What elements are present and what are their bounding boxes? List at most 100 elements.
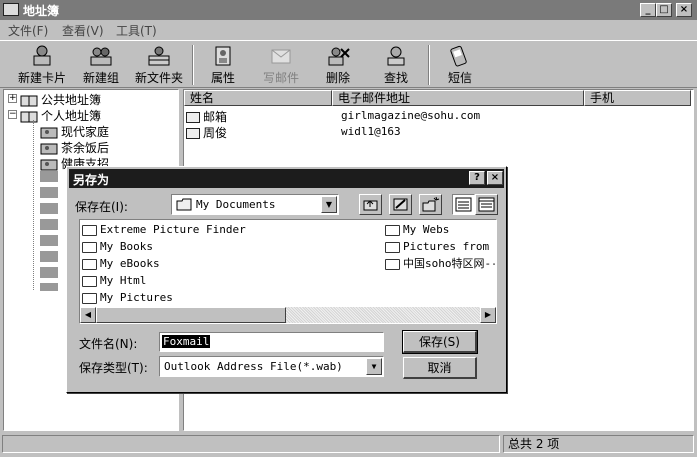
delete-button[interactable]: 删除	[318, 43, 358, 87]
details-view-icon	[478, 197, 495, 212]
properties-button[interactable]: 属性	[200, 43, 246, 87]
chevron-down-icon[interactable]: ▼	[321, 196, 337, 213]
list-item[interactable]: My Pictures	[82, 290, 173, 306]
file-list[interactable]: Extreme Picture Finder My Books My eBook…	[79, 219, 497, 324]
collapse-personal-icon[interactable]: −	[8, 110, 17, 119]
folder-icon	[82, 258, 97, 270]
new-folder-button[interactable]: 新文件夹	[132, 43, 186, 87]
column-name[interactable]: 姓名	[184, 90, 332, 106]
title-bar: 地址簿 _ □ ×	[0, 0, 697, 20]
filetype-value: Outlook Address File(*.wab)	[164, 360, 343, 373]
scroll-right-icon[interactable]: ▶	[480, 307, 496, 323]
details-view-button[interactable]	[475, 194, 498, 215]
minimize-button[interactable]: _	[640, 3, 656, 17]
filename-label: 文件名(N):	[79, 337, 138, 351]
folder-icon	[82, 275, 97, 287]
desktop-icon	[393, 198, 408, 211]
help-button[interactable]: ?	[469, 171, 485, 185]
new-card-button[interactable]: 新建卡片	[14, 43, 70, 87]
status-bar: 总共 2 项	[0, 433, 697, 455]
up-one-level-button[interactable]	[359, 194, 382, 215]
menu-view[interactable]: 查看(V)	[62, 22, 104, 39]
save-in-label: 保存在(I):	[75, 200, 128, 214]
list-item[interactable]: My Books	[82, 239, 153, 255]
dialog-close-button[interactable]: ×	[487, 171, 503, 185]
toolbar-separator	[428, 45, 430, 85]
horizontal-scrollbar[interactable]: ◀ ▶	[80, 307, 496, 323]
status-panel	[2, 435, 500, 453]
email-cell: girlmagazine@sohu.com	[341, 109, 481, 122]
new-folder-sparkle-icon	[422, 196, 440, 212]
tree-guide-line	[33, 120, 34, 290]
new-card-icon	[33, 45, 51, 66]
tree-item-folder[interactable]: 茶余饭后	[40, 139, 109, 155]
list-view-icon	[455, 197, 472, 212]
save-button[interactable]: 保存(S)	[402, 330, 478, 354]
email-cell: widl1@163	[341, 125, 401, 138]
delete-icon	[328, 47, 350, 66]
list-item[interactable]: My Html	[82, 273, 146, 289]
list-item[interactable]: 周俊 widl1@163	[186, 124, 686, 140]
menu-tools[interactable]: 工具(T)	[116, 22, 157, 39]
folder-icon	[82, 224, 97, 236]
list-item[interactable]: Extreme Picture Finder	[82, 222, 246, 238]
list-item[interactable]: 邮箱 girlmagazine@sohu.com	[186, 108, 686, 124]
list-item[interactable]: Pictures from We	[385, 239, 495, 255]
scroll-left-icon[interactable]: ◀	[80, 307, 96, 323]
address-book-icon	[3, 3, 19, 16]
folder-icon	[385, 224, 400, 236]
up-folder-icon	[363, 200, 378, 211]
folder-icon	[82, 292, 97, 304]
find-icon	[387, 46, 405, 66]
dialog-title: 另存为	[73, 173, 110, 187]
close-button[interactable]: ×	[676, 3, 692, 17]
documents-folder-icon	[176, 198, 192, 211]
expand-public-icon[interactable]: +	[8, 94, 17, 103]
filetype-dropdown[interactable]: Outlook Address File(*.wab) ▼	[159, 356, 384, 377]
save-in-dropdown[interactable]: My Documents ▼	[171, 194, 339, 215]
folder-icon	[82, 241, 97, 253]
new-folder-dialog-button[interactable]	[419, 194, 442, 215]
save-in-value: My Documents	[196, 198, 276, 211]
sms-button[interactable]: 短信	[438, 43, 482, 87]
find-button[interactable]: 查找	[376, 43, 416, 87]
save-as-dialog: 另存为 ? × 保存在(I): My Documents ▼ Extreme P…	[66, 166, 507, 393]
write-mail-icon	[271, 49, 291, 64]
maximize-button[interactable]: □	[656, 3, 672, 17]
folder-card-icon	[40, 159, 58, 170]
contact-card-icon	[186, 128, 200, 139]
filename-input[interactable]: Foxmail	[159, 332, 384, 352]
folder-card-icon	[40, 143, 58, 154]
cancel-button[interactable]: 取消	[403, 357, 477, 379]
folder-card-icon	[40, 127, 58, 138]
list-item[interactable]: My Webs	[385, 222, 449, 238]
properties-icon	[215, 46, 231, 66]
filetype-label: 保存类型(T):	[79, 361, 148, 375]
status-count: 总共 2 项	[503, 435, 694, 453]
toolbar: 新建卡片 新建组 新文件夹 属性 写邮件 删除 查找 短信	[0, 40, 697, 88]
new-group-icon	[90, 47, 112, 66]
toolbar-separator	[192, 45, 194, 85]
column-email[interactable]: 电子邮件地址	[332, 90, 584, 106]
list-item[interactable]: 中国soho特区网--	[385, 256, 495, 272]
new-folder-icon	[148, 46, 170, 66]
column-mobile[interactable]: 手机	[584, 90, 691, 106]
contact-card-icon	[186, 112, 200, 123]
menu-file[interactable]: 文件(F)	[8, 22, 48, 39]
dialog-title-bar: 另存为 ? ×	[69, 169, 504, 188]
list-item[interactable]: My eBooks	[82, 256, 160, 272]
tree-item-public[interactable]: 公共地址簿	[20, 91, 101, 107]
window-title: 地址簿	[23, 4, 60, 18]
list-view-button[interactable]	[452, 194, 475, 215]
new-group-button[interactable]: 新建组	[78, 43, 124, 87]
folder-icon	[385, 258, 400, 270]
tree-hidden-items	[40, 171, 58, 291]
book-icon	[20, 111, 38, 122]
folder-icon	[385, 241, 400, 253]
desktop-button[interactable]	[389, 194, 412, 215]
write-mail-button[interactable]: 写邮件	[256, 43, 306, 87]
scroll-thumb[interactable]	[96, 307, 286, 323]
book-icon	[20, 95, 38, 106]
tree-item-folder[interactable]: 现代家庭	[40, 123, 109, 139]
chevron-down-icon[interactable]: ▼	[366, 358, 382, 375]
